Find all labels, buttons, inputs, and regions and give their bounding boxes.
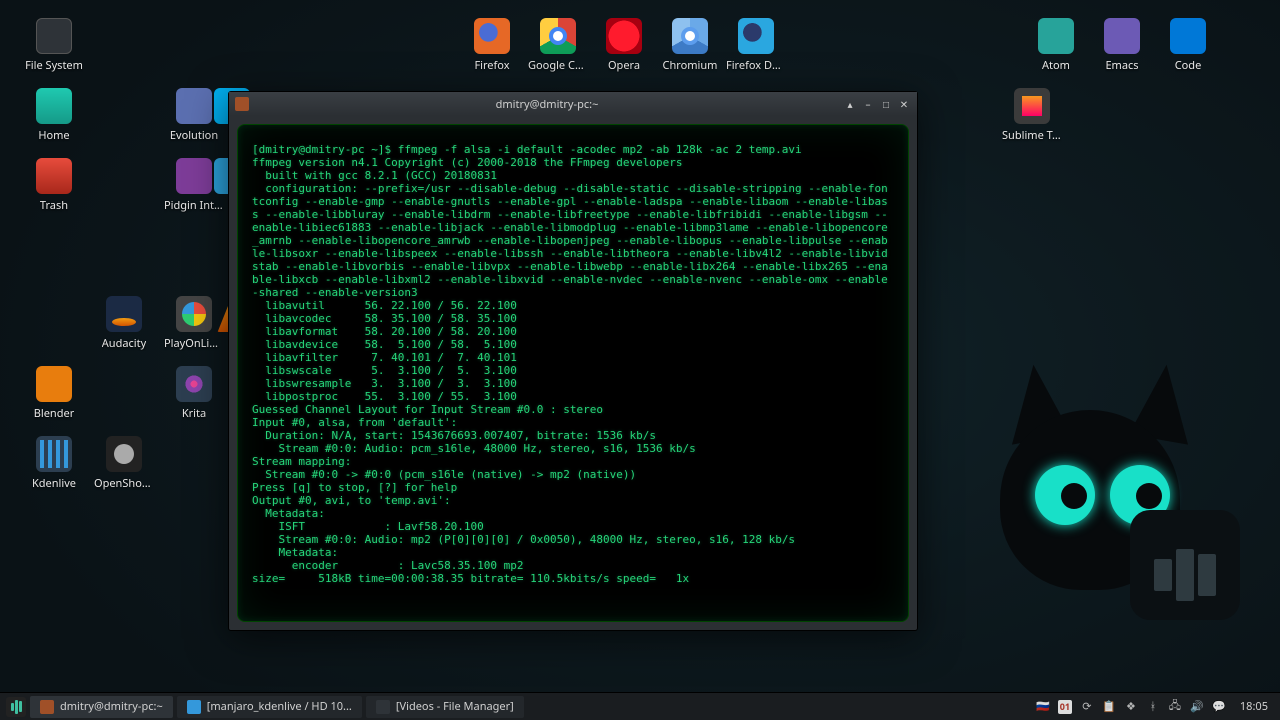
- desktop-icon-label: Home: [38, 128, 69, 143]
- taskbar-item[interactable]: [Videos - File Manager]: [366, 696, 524, 718]
- tray-language-icon[interactable]: 🇷🇺: [1036, 700, 1050, 714]
- taskbar-item[interactable]: dmitry@dmitry-pc:~: [30, 696, 173, 718]
- taskbar-app-icon: [40, 700, 54, 714]
- app-icon: [36, 158, 72, 194]
- taskbar-app-icon: [187, 700, 201, 714]
- desktop-icon-sublime-text[interactable]: Sublime Text: [1002, 88, 1062, 143]
- app-icon: [738, 18, 774, 54]
- desktop-icon-trash[interactable]: Trash: [24, 158, 84, 213]
- desktop-icon-atom[interactable]: Atom: [1026, 18, 1086, 73]
- tray-updates-icon[interactable]: ⟳: [1080, 700, 1094, 714]
- desktop-icon-label: Code: [1175, 58, 1202, 73]
- desktop-icon-kdenlive[interactable]: Kdenlive: [24, 436, 84, 491]
- desktop-icon-label: Firefox: [474, 58, 509, 73]
- desktop-icon-home[interactable]: Home: [24, 88, 84, 143]
- taskbar-item-label: dmitry@dmitry-pc:~: [60, 699, 163, 714]
- desktop-icon-label: Pidgin Inte...: [164, 198, 224, 213]
- window-maximize-button[interactable]: □: [879, 97, 893, 111]
- tray-clipboard-icon[interactable]: 📋: [1102, 700, 1116, 714]
- desktop-icon-file-system[interactable]: File System: [24, 18, 84, 73]
- taskbar-item[interactable]: [manjaro_kdenlive / HD 10...: [177, 696, 362, 718]
- app-icon: [106, 296, 142, 332]
- app-icon: [36, 88, 72, 124]
- taskbar-app-icon: [376, 700, 390, 714]
- desktop-icon-emacs[interactable]: Emacs: [1092, 18, 1152, 73]
- tray-bluetooth-icon[interactable]: ᚼ: [1146, 700, 1160, 714]
- taskbar-item-label: [Videos - File Manager]: [396, 699, 514, 714]
- app-icon: [1104, 18, 1140, 54]
- tray-shield-icon[interactable]: ❖: [1124, 700, 1138, 714]
- desktop-icon-label: Blender: [34, 406, 75, 421]
- window-titlebar[interactable]: dmitry@dmitry-pc:~ ▴ – □ ✕: [229, 92, 917, 116]
- taskbar[interactable]: dmitry@dmitry-pc:~ [manjaro_kdenlive / HD…: [0, 692, 1280, 720]
- app-icon: [176, 158, 212, 194]
- tray-clock[interactable]: 18:05: [1234, 699, 1274, 714]
- desktop-icon-label: File System: [25, 58, 83, 73]
- app-icon: [1014, 88, 1050, 124]
- desktop-icon-openshot[interactable]: OpenShot ...: [94, 436, 154, 491]
- app-icon: [1038, 18, 1074, 54]
- system-tray[interactable]: 🇷🇺 01 ⟳ 📋 ❖ ᚼ 🖧 🔊 💬 18:05: [1036, 699, 1274, 714]
- start-menu-button[interactable]: [6, 697, 26, 717]
- desktop-icon-label: Trash: [40, 198, 68, 213]
- terminal-viewport[interactable]: [dmitry@dmitry-pc ~]$ ffmpeg -f alsa -i …: [237, 124, 909, 622]
- tray-calendar-icon[interactable]: 01: [1058, 700, 1072, 714]
- desktop-icon-label: Krita: [182, 406, 206, 421]
- desktop-icon-chromium[interactable]: Chromium: [660, 18, 720, 73]
- desktop-icon-label: Atom: [1042, 58, 1070, 73]
- desktop-icon-label: OpenShot ...: [94, 476, 154, 491]
- window-shade-button[interactable]: ▴: [843, 97, 857, 111]
- taskbar-item-label: [manjaro_kdenlive / HD 10...: [207, 699, 352, 714]
- desktop-icon-label: Google Chr...: [528, 58, 588, 73]
- app-icon: [176, 366, 212, 402]
- app-icon: [176, 296, 212, 332]
- app-icon: [106, 436, 142, 472]
- app-icon: [176, 88, 212, 124]
- desktop-icon-krita[interactable]: Krita: [164, 366, 224, 421]
- desktop-icon-label: Audacity: [102, 336, 146, 351]
- desktop-icon-blender[interactable]: Blender: [24, 366, 84, 421]
- desktop-icon-firefox-dev[interactable]: Firefox Dev...: [726, 18, 786, 73]
- app-icon: [474, 18, 510, 54]
- desktop-icon-label: Opera: [608, 58, 640, 73]
- window-title: dmitry@dmitry-pc:~: [255, 97, 839, 112]
- app-icon: [36, 18, 72, 54]
- desktop-icon-audacity[interactable]: Audacity: [94, 296, 154, 351]
- desktop-icon-label: Sublime Text: [1002, 128, 1062, 143]
- desktop-icon-google-chr[interactable]: Google Chr...: [528, 18, 588, 73]
- window-close-button[interactable]: ✕: [897, 97, 911, 111]
- desktop-icon-opera[interactable]: Opera: [594, 18, 654, 73]
- tray-notifications-icon[interactable]: 💬: [1212, 700, 1226, 714]
- terminal-icon: [235, 97, 249, 111]
- desktop-icon-label: Kdenlive: [32, 476, 76, 491]
- desktop-icon-playonlinux[interactable]: PlayOnLinux: [164, 296, 224, 351]
- tray-network-icon[interactable]: 🖧: [1168, 700, 1182, 714]
- tray-volume-icon[interactable]: 🔊: [1190, 700, 1204, 714]
- app-icon: [540, 18, 576, 54]
- desktop-icon-label: Chromium: [663, 58, 718, 73]
- terminal-output: [dmitry@dmitry-pc ~]$ ffmpeg -f alsa -i …: [252, 143, 894, 585]
- desktop-icon-label: Evolution: [170, 128, 218, 143]
- app-icon: [672, 18, 708, 54]
- desktop-icon-code[interactable]: Code: [1158, 18, 1218, 73]
- window-minimize-button[interactable]: –: [861, 97, 875, 111]
- desktop-icon-label: PlayOnLinux: [164, 336, 224, 351]
- app-icon: [36, 366, 72, 402]
- terminal-window[interactable]: dmitry@dmitry-pc:~ ▴ – □ ✕ [dmitry@dmitr…: [228, 91, 918, 631]
- app-icon: [606, 18, 642, 54]
- desktop-icon-label: Firefox Dev...: [726, 58, 786, 73]
- app-icon: [1170, 18, 1206, 54]
- desktop-icon-label: Emacs: [1105, 58, 1138, 73]
- app-icon: [36, 436, 72, 472]
- desktop-icon-firefox[interactable]: Firefox: [462, 18, 522, 73]
